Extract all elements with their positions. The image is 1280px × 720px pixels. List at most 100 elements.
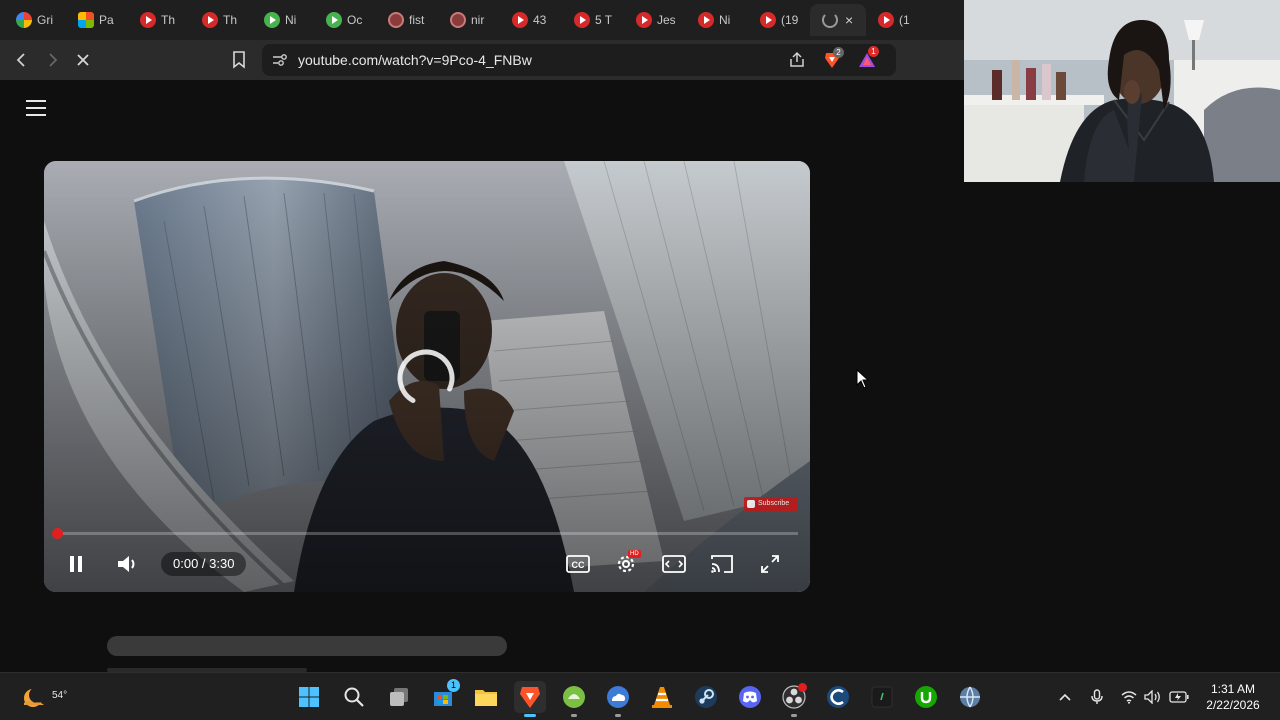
browser-tab[interactable]: Pa [66, 4, 128, 36]
weather-moon-icon [24, 687, 45, 707]
share-icon[interactable] [788, 51, 806, 69]
chevron-right-icon [49, 53, 58, 67]
forward-button[interactable] [37, 45, 67, 75]
search-button[interactable] [338, 681, 370, 713]
tab-label: 43 [533, 13, 547, 27]
menu-line [26, 107, 46, 109]
wifi-button[interactable] [1119, 687, 1139, 707]
site-settings-icon[interactable] [272, 53, 288, 67]
brave-browser-button[interactable] [514, 681, 546, 717]
google-icon [16, 12, 32, 28]
tab-label: nir [471, 13, 485, 27]
app-android-button[interactable] [558, 681, 590, 717]
pause-icon [70, 556, 82, 572]
browser-tab[interactable]: Ni [686, 4, 748, 36]
discord-button[interactable] [734, 681, 766, 713]
subscribe-watermark[interactable]: Subscribe [744, 497, 798, 511]
tab-active[interactable]: × [810, 4, 866, 36]
youtube-icon [698, 12, 714, 28]
back-button[interactable] [7, 45, 37, 75]
file-explorer-button[interactable] [470, 681, 502, 713]
task-view-icon [390, 688, 408, 706]
progress-scrubber[interactable] [52, 528, 63, 539]
tab-close-button[interactable]: × [845, 12, 853, 28]
c-logo-icon [827, 686, 849, 708]
terminal-icon [871, 686, 893, 708]
url-text[interactable]: youtube.com/watch?v=9Pco-4_FNBw [298, 52, 532, 68]
svg-text:CC: CC [572, 560, 585, 570]
steam-icon [695, 686, 717, 708]
shield-icon [450, 12, 466, 28]
browser-tab[interactable]: Ni [252, 4, 314, 36]
cast-icon [711, 555, 733, 573]
browser-tab[interactable]: 5 T [562, 4, 624, 36]
store-update-badge: 1 [447, 679, 460, 692]
cast-button[interactable] [706, 548, 738, 580]
vlc-button[interactable] [646, 681, 678, 713]
youtube-icon [512, 12, 528, 28]
close-icon [77, 54, 89, 66]
upwork-button[interactable] [910, 681, 942, 713]
start-button[interactable] [293, 681, 325, 713]
steam-button[interactable] [690, 681, 722, 713]
tab-label: 5 T [595, 13, 613, 27]
microsoft-store-button[interactable]: 1 [427, 679, 460, 713]
address-bar[interactable]: youtube.com/watch?v=9Pco-4_FNBw 2 1 [262, 44, 896, 76]
loading-spinner-icon [397, 349, 455, 407]
browser-tab[interactable]: Jes [624, 4, 686, 36]
speaker-icon [1144, 690, 1160, 704]
fullscreen-button[interactable] [754, 548, 786, 580]
weather-widget[interactable]: 54° [20, 681, 67, 713]
theater-icon [662, 555, 686, 573]
youtube-icon [636, 12, 652, 28]
ccleaner-button[interactable] [822, 681, 854, 713]
theater-mode-button[interactable] [658, 548, 690, 580]
system-clock[interactable]: 1:31 AM 2/22/2026 [1200, 681, 1266, 713]
mouse-cursor-icon [856, 369, 870, 389]
tab-label: Th [223, 13, 238, 27]
browser-tab[interactable]: (19 [748, 4, 810, 36]
progress-bar[interactable] [52, 528, 798, 539]
settings-button[interactable]: HD [610, 548, 642, 580]
browser-tab[interactable]: (1 [866, 4, 928, 36]
cloud-icon [607, 686, 629, 708]
cc-icon: CC [566, 555, 590, 573]
weather-temperature: 54° [52, 690, 68, 701]
brave-shields-button[interactable]: 2 [823, 47, 844, 69]
wifi-icon [1121, 691, 1137, 704]
bookmark-button[interactable] [224, 45, 254, 75]
loading-icon [822, 12, 838, 28]
brave-rewards-button[interactable]: 1 [858, 46, 879, 69]
tab-strip: Gri Pa Th Th Ni Oc fist nir 43 5 T Jes Ni (19 × (1 [0, 0, 964, 40]
browser-tab[interactable]: Th [128, 4, 190, 36]
volume-button[interactable] [112, 548, 144, 580]
onedrive-button[interactable] [602, 681, 634, 717]
browser-tab[interactable]: Gri [4, 4, 66, 36]
stop-loading-button[interactable] [68, 45, 98, 75]
browser-tab[interactable]: Oc [314, 4, 376, 36]
rewards-count-badge: 1 [868, 46, 879, 57]
youtube-icon [760, 12, 776, 28]
browser-tab[interactable]: nir [438, 4, 500, 36]
clock-time: 1:31 AM [1210, 682, 1256, 696]
show-hidden-icons-button[interactable] [1055, 687, 1075, 707]
browser-tab[interactable]: 43 [500, 4, 562, 36]
brave-lion-icon [520, 687, 540, 708]
globe-icon [960, 686, 980, 708]
task-view-button[interactable] [383, 681, 415, 713]
browser-tab[interactable]: fist [376, 4, 438, 36]
browser-tab[interactable]: Th [190, 4, 252, 36]
webcam-overlay [964, 0, 1280, 182]
microphone-button[interactable] [1087, 687, 1107, 707]
battery-button[interactable] [1169, 687, 1189, 707]
captions-button[interactable]: CC [562, 548, 594, 580]
hd-badge: HD [628, 550, 641, 558]
tab-label: Gri [37, 13, 53, 27]
hamburger-menu-button[interactable] [26, 100, 46, 116]
pause-button[interactable] [60, 548, 92, 580]
obs-studio-button[interactable] [778, 681, 810, 717]
terminal-button[interactable] [866, 681, 898, 713]
menu-line [26, 114, 46, 116]
volume-tray-button[interactable] [1143, 687, 1163, 707]
network-app-button[interactable] [954, 681, 986, 713]
